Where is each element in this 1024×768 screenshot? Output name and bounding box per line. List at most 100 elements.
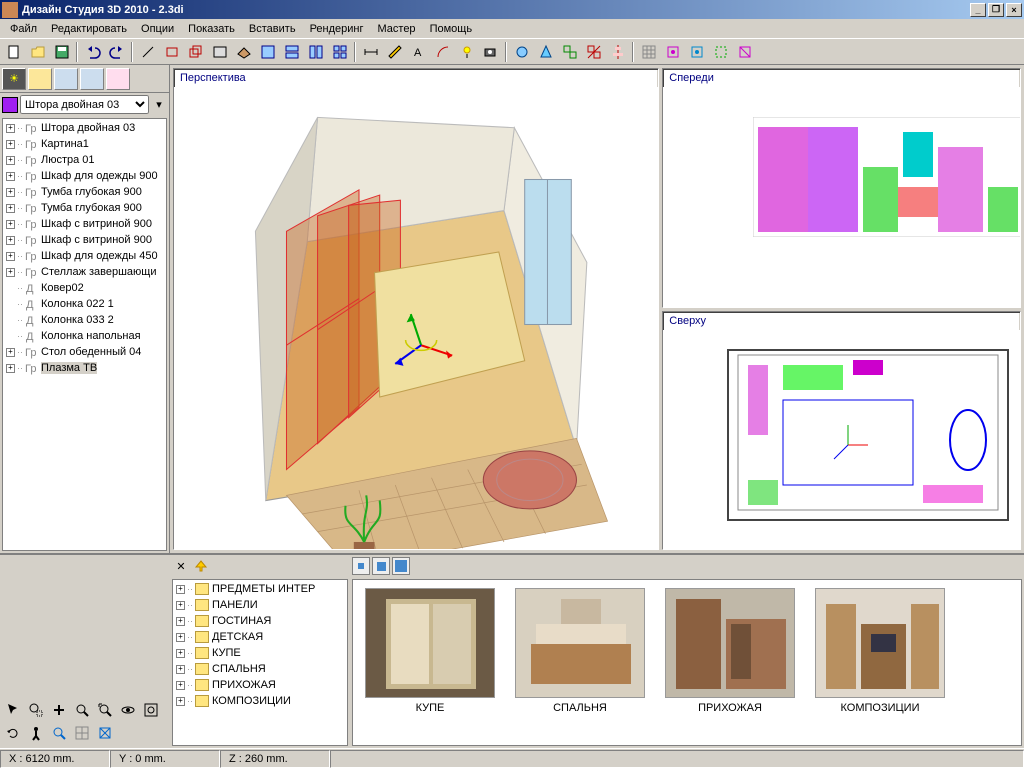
tree-item[interactable]: +··ГрШкаф с витриной 900 (4, 216, 165, 232)
expand-icon[interactable]: + (6, 348, 15, 357)
viewport-single[interactable] (256, 41, 279, 63)
expand-icon[interactable]: + (176, 617, 185, 626)
tree-item[interactable]: ··ДКолонка напольная (4, 328, 165, 344)
expand-icon[interactable]: + (176, 633, 185, 642)
catalog-close[interactable]: ✕ (172, 557, 190, 575)
catalog-tree[interactable]: +··ПРЕДМЕТЫ ИНТЕР+··ПАНЕЛИ+··ГОСТИНАЯ+··… (172, 579, 348, 746)
scene-tab-3[interactable] (54, 68, 78, 90)
catalog-item[interactable]: +··КУПЕ (174, 645, 346, 661)
close-button[interactable]: × (1006, 3, 1022, 17)
color-swatch[interactable] (2, 97, 18, 113)
minimize-button[interactable]: _ (970, 3, 986, 17)
save-button[interactable] (50, 41, 73, 63)
menu-file[interactable]: Файл (4, 21, 43, 37)
expand-icon[interactable]: + (6, 188, 15, 197)
menu-edit[interactable]: Редактировать (45, 21, 133, 37)
tree-item[interactable]: ··ДКолонка 033 2 (4, 312, 165, 328)
nav-pan[interactable] (48, 699, 70, 721)
menu-insert[interactable]: Вставить (243, 21, 302, 37)
menu-rendering[interactable]: Рендеринг (304, 21, 370, 37)
expand-icon[interactable]: + (6, 156, 15, 165)
nav-walk[interactable] (25, 722, 47, 744)
menu-show[interactable]: Показать (182, 21, 241, 37)
scene-tab-4[interactable] (80, 68, 104, 90)
nav-zoom[interactable] (71, 699, 93, 721)
tree-item[interactable]: +··ГрТумба глубокая 900 (4, 200, 165, 216)
catalog-item[interactable]: +··ГОСТИНАЯ (174, 613, 346, 629)
tree-item[interactable]: +··ГрКартина1 (4, 136, 165, 152)
nav-reset[interactable] (94, 722, 116, 744)
new-button[interactable] (2, 41, 25, 63)
expand-icon[interactable]: + (176, 697, 185, 706)
nav-zoom-fit[interactable] (140, 699, 162, 721)
thumbnail[interactable]: КОМПОЗИЦИИ (815, 588, 945, 714)
text-tool[interactable]: A (407, 41, 430, 63)
expand-icon[interactable]: + (6, 220, 15, 229)
ungroup-tool[interactable] (582, 41, 605, 63)
snap4-button[interactable] (733, 41, 756, 63)
viewport-perspective[interactable]: Перспектива (173, 68, 659, 550)
wall-tool[interactable] (208, 41, 231, 63)
cone-tool[interactable] (534, 41, 557, 63)
expand-icon[interactable]: + (176, 649, 185, 658)
thumbnail[interactable]: СПАЛЬНЯ (515, 588, 645, 714)
catalog-item[interactable]: +··ПРЕДМЕТЫ ИНТЕР (174, 581, 346, 597)
expand-icon[interactable]: + (176, 665, 185, 674)
snap1-button[interactable] (661, 41, 684, 63)
restore-button[interactable]: ❐ (988, 3, 1004, 17)
grid-button[interactable] (637, 41, 660, 63)
expand-icon[interactable]: + (6, 236, 15, 245)
open-button[interactable] (26, 41, 49, 63)
thumb-size-large[interactable] (392, 557, 410, 575)
group-tool[interactable] (558, 41, 581, 63)
line-tool[interactable] (136, 41, 159, 63)
tree-item[interactable]: +··ГрШтора двойная 03 (4, 120, 165, 136)
expand-icon[interactable]: + (6, 364, 15, 373)
catalog-item[interactable]: +··КОМПОЗИЦИИ (174, 693, 346, 709)
measure-tool[interactable] (383, 41, 406, 63)
viewport-quad[interactable] (328, 41, 351, 63)
tree-item[interactable]: +··ГрТумба глубокая 900 (4, 184, 165, 200)
tree-item[interactable]: +··ГрСтол обеденный 04 (4, 344, 165, 360)
expand-icon[interactable]: + (6, 268, 15, 277)
nav-orbit[interactable] (117, 699, 139, 721)
tree-item[interactable]: +··ГрШкаф для одежды 450 (4, 248, 165, 264)
tree-item[interactable]: ··ДКовер02 (4, 280, 165, 296)
nav-zoom-region[interactable] (25, 699, 47, 721)
object-select[interactable]: Штора двойная 03 (20, 95, 149, 114)
redo-button[interactable] (105, 41, 128, 63)
expand-icon[interactable]: + (6, 172, 15, 181)
arc-tool[interactable] (431, 41, 454, 63)
render-button[interactable] (510, 41, 533, 63)
snap3-button[interactable] (709, 41, 732, 63)
expand-icon[interactable]: + (176, 681, 185, 690)
thumbnail-row[interactable]: КУПЕСПАЛЬНЯПРИХОЖАЯКОМПОЗИЦИИ (352, 579, 1022, 746)
expand-icon[interactable]: + (6, 140, 15, 149)
nav-grid-snap[interactable] (71, 722, 93, 744)
thumb-size-small[interactable] (352, 557, 370, 575)
thumbnail[interactable]: ПРИХОЖАЯ (665, 588, 795, 714)
dimension-tool[interactable] (359, 41, 382, 63)
tree-item[interactable]: +··ГрСтеллаж завершающи (4, 264, 165, 280)
expand-icon[interactable]: + (6, 124, 15, 133)
nav-zoom-extents[interactable] (94, 699, 116, 721)
menu-master[interactable]: Мастер (372, 21, 422, 37)
undo-button[interactable] (81, 41, 104, 63)
tree-item[interactable]: +··ГрЛюстра 01 (4, 152, 165, 168)
viewport-front[interactable]: Спереди (662, 68, 1021, 308)
catalog-up[interactable] (192, 557, 210, 575)
camera-tool[interactable] (479, 41, 502, 63)
expand-icon[interactable]: + (6, 204, 15, 213)
expand-icon[interactable]: + (6, 252, 15, 261)
scene-tab-1[interactable]: ☀ (2, 68, 26, 90)
catalog-item[interactable]: +··ДЕТСКАЯ (174, 629, 346, 645)
menu-help[interactable]: Помощь (424, 21, 479, 37)
scene-tab-2[interactable] (28, 68, 52, 90)
rect-tool[interactable] (160, 41, 183, 63)
tree-item[interactable]: +··ГрПлазма ТВ (4, 360, 165, 376)
catalog-item[interactable]: +··ПАНЕЛИ (174, 597, 346, 613)
snap2-button[interactable] (685, 41, 708, 63)
box-tool[interactable] (184, 41, 207, 63)
tree-item[interactable]: +··ГрШкаф с витриной 900 (4, 232, 165, 248)
scene-tree[interactable]: +··ГрШтора двойная 03+··ГрКартина1+··ГрЛ… (2, 118, 167, 551)
